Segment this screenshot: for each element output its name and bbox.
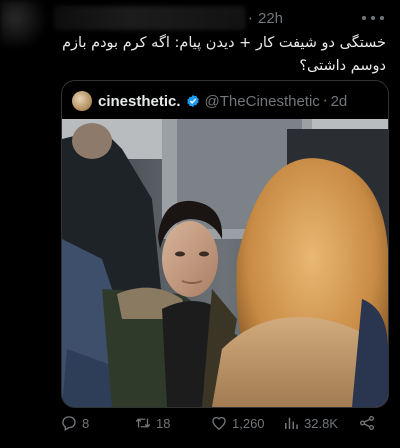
time-separator: · <box>248 10 253 28</box>
quoted-handle[interactable]: @TheCinesthetic <box>205 93 320 110</box>
views-count: 32.8K <box>304 415 338 431</box>
like-button[interactable]: 1,260 <box>210 414 265 432</box>
author-name-blurred[interactable] <box>54 6 246 30</box>
more-icon[interactable] <box>362 10 384 26</box>
tweet-text: خستگی دو شیفت کار + دیدن پیام: اگه کرم ب… <box>62 35 386 74</box>
tweet-time[interactable]: 22h <box>258 10 283 27</box>
views-button[interactable]: 32.8K <box>282 414 338 432</box>
retweet-icon <box>135 418 151 428</box>
reply-button[interactable]: 8 <box>60 414 89 432</box>
quoted-tweet[interactable]: cinesthetic. @TheCinesthetic · 2d <box>61 80 389 408</box>
action-bar: 8 18 1,260 32.8K <box>60 414 378 436</box>
views-icon <box>285 417 298 429</box>
tweet: · 22h خستگی دو شیفت کار + دیدن پیام: اگه… <box>0 0 400 448</box>
reply-icon <box>62 416 76 431</box>
like-count: 1,260 <box>232 415 265 431</box>
quoted-date[interactable]: 2d <box>331 93 348 110</box>
quoted-avatar[interactable] <box>72 91 92 111</box>
quoted-date-separator: · <box>322 92 328 110</box>
quoted-tweet-header: cinesthetic. @TheCinesthetic · 2d <box>72 90 378 112</box>
share-button[interactable] <box>358 414 380 432</box>
share-icon <box>359 415 375 431</box>
verified-icon <box>186 94 199 108</box>
quoted-display-name[interactable]: cinesthetic. <box>98 93 181 110</box>
quoted-photo[interactable] <box>62 119 388 407</box>
retweet-count: 18 <box>156 415 171 431</box>
retweet-button[interactable]: 18 <box>134 414 170 432</box>
like-icon <box>212 416 226 430</box>
reply-count: 8 <box>82 415 90 431</box>
author-avatar-blurred[interactable] <box>0 0 52 46</box>
